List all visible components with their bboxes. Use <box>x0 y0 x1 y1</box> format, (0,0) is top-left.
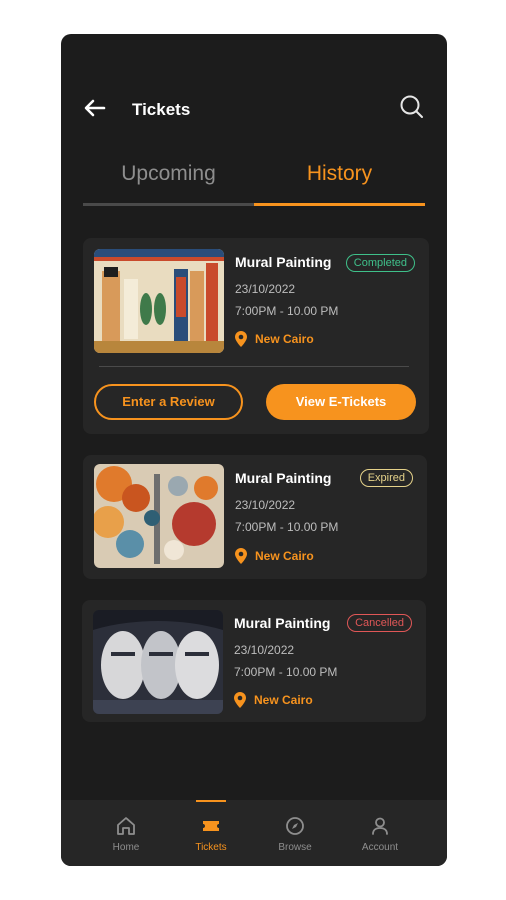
header: Tickets <box>61 34 447 154</box>
active-tab-indicator <box>254 203 425 206</box>
event-time: 7:00PM - 10.00 PM <box>235 520 339 534</box>
event-date: 23/10/2022 <box>235 282 296 296</box>
tab-bar: Upcoming History <box>83 162 425 206</box>
active-nav-indicator <box>196 800 226 802</box>
user-icon <box>372 817 388 835</box>
event-name: Mural Painting <box>235 254 332 270</box>
ticket-icon <box>203 821 219 831</box>
nav-label: Browse <box>278 842 312 853</box>
enter-review-button[interactable]: Enter a Review <box>94 384 243 420</box>
back-button[interactable] <box>83 96 107 120</box>
search-icon <box>400 95 423 118</box>
arrow-left-icon <box>84 99 106 117</box>
event-image <box>93 610 223 714</box>
event-time: 7:00PM - 10.00 PM <box>235 304 339 318</box>
view-e-tickets-button[interactable]: View E-Tickets <box>266 384 416 420</box>
event-date: 23/10/2022 <box>235 498 296 512</box>
event-image <box>94 249 224 353</box>
bottom-nav: Home Tickets Browse Account <box>61 800 447 866</box>
location-pin-icon <box>235 331 247 347</box>
app-screen: Tickets Upcoming History Mural Painting … <box>61 34 447 866</box>
nav-account[interactable]: Account <box>332 800 428 866</box>
ticket-card[interactable]: Mural Painting Completed 23/10/2022 7:00… <box>83 238 429 434</box>
status-badge: Completed <box>345 254 415 272</box>
location-label: New Cairo <box>255 549 314 563</box>
page-title: Tickets <box>132 100 191 119</box>
ticket-card[interactable]: Mural Painting Cancelled 23/10/2022 7:00… <box>82 600 426 722</box>
event-name: Mural Painting <box>234 615 331 631</box>
home-icon <box>117 817 135 835</box>
search-button[interactable] <box>399 94 425 120</box>
location-pin-icon <box>234 692 246 708</box>
event-name: Mural Painting <box>235 470 332 486</box>
compass-icon <box>286 817 304 835</box>
event-image <box>94 464 224 568</box>
nav-home[interactable]: Home <box>78 800 174 866</box>
location-pin-icon <box>235 548 247 564</box>
nav-browse[interactable]: Browse <box>247 800 343 866</box>
nav-label: Tickets <box>195 842 227 853</box>
card-divider <box>99 366 409 367</box>
tab-history[interactable]: History <box>254 162 425 196</box>
location-label: New Cairo <box>254 693 313 707</box>
event-time: 7:00PM - 10.00 PM <box>234 665 338 679</box>
event-date: 23/10/2022 <box>234 643 295 657</box>
location-label: New Cairo <box>255 332 314 346</box>
nav-label: Home <box>112 842 140 853</box>
ticket-card[interactable]: Mural Painting Expired 23/10/2022 7:00PM… <box>83 455 427 579</box>
nav-label: Account <box>361 842 399 853</box>
nav-tickets[interactable]: Tickets <box>163 800 259 866</box>
status-badge: Expired <box>359 469 413 487</box>
status-badge: Cancelled <box>347 614 412 632</box>
tab-upcoming[interactable]: Upcoming <box>83 162 254 196</box>
